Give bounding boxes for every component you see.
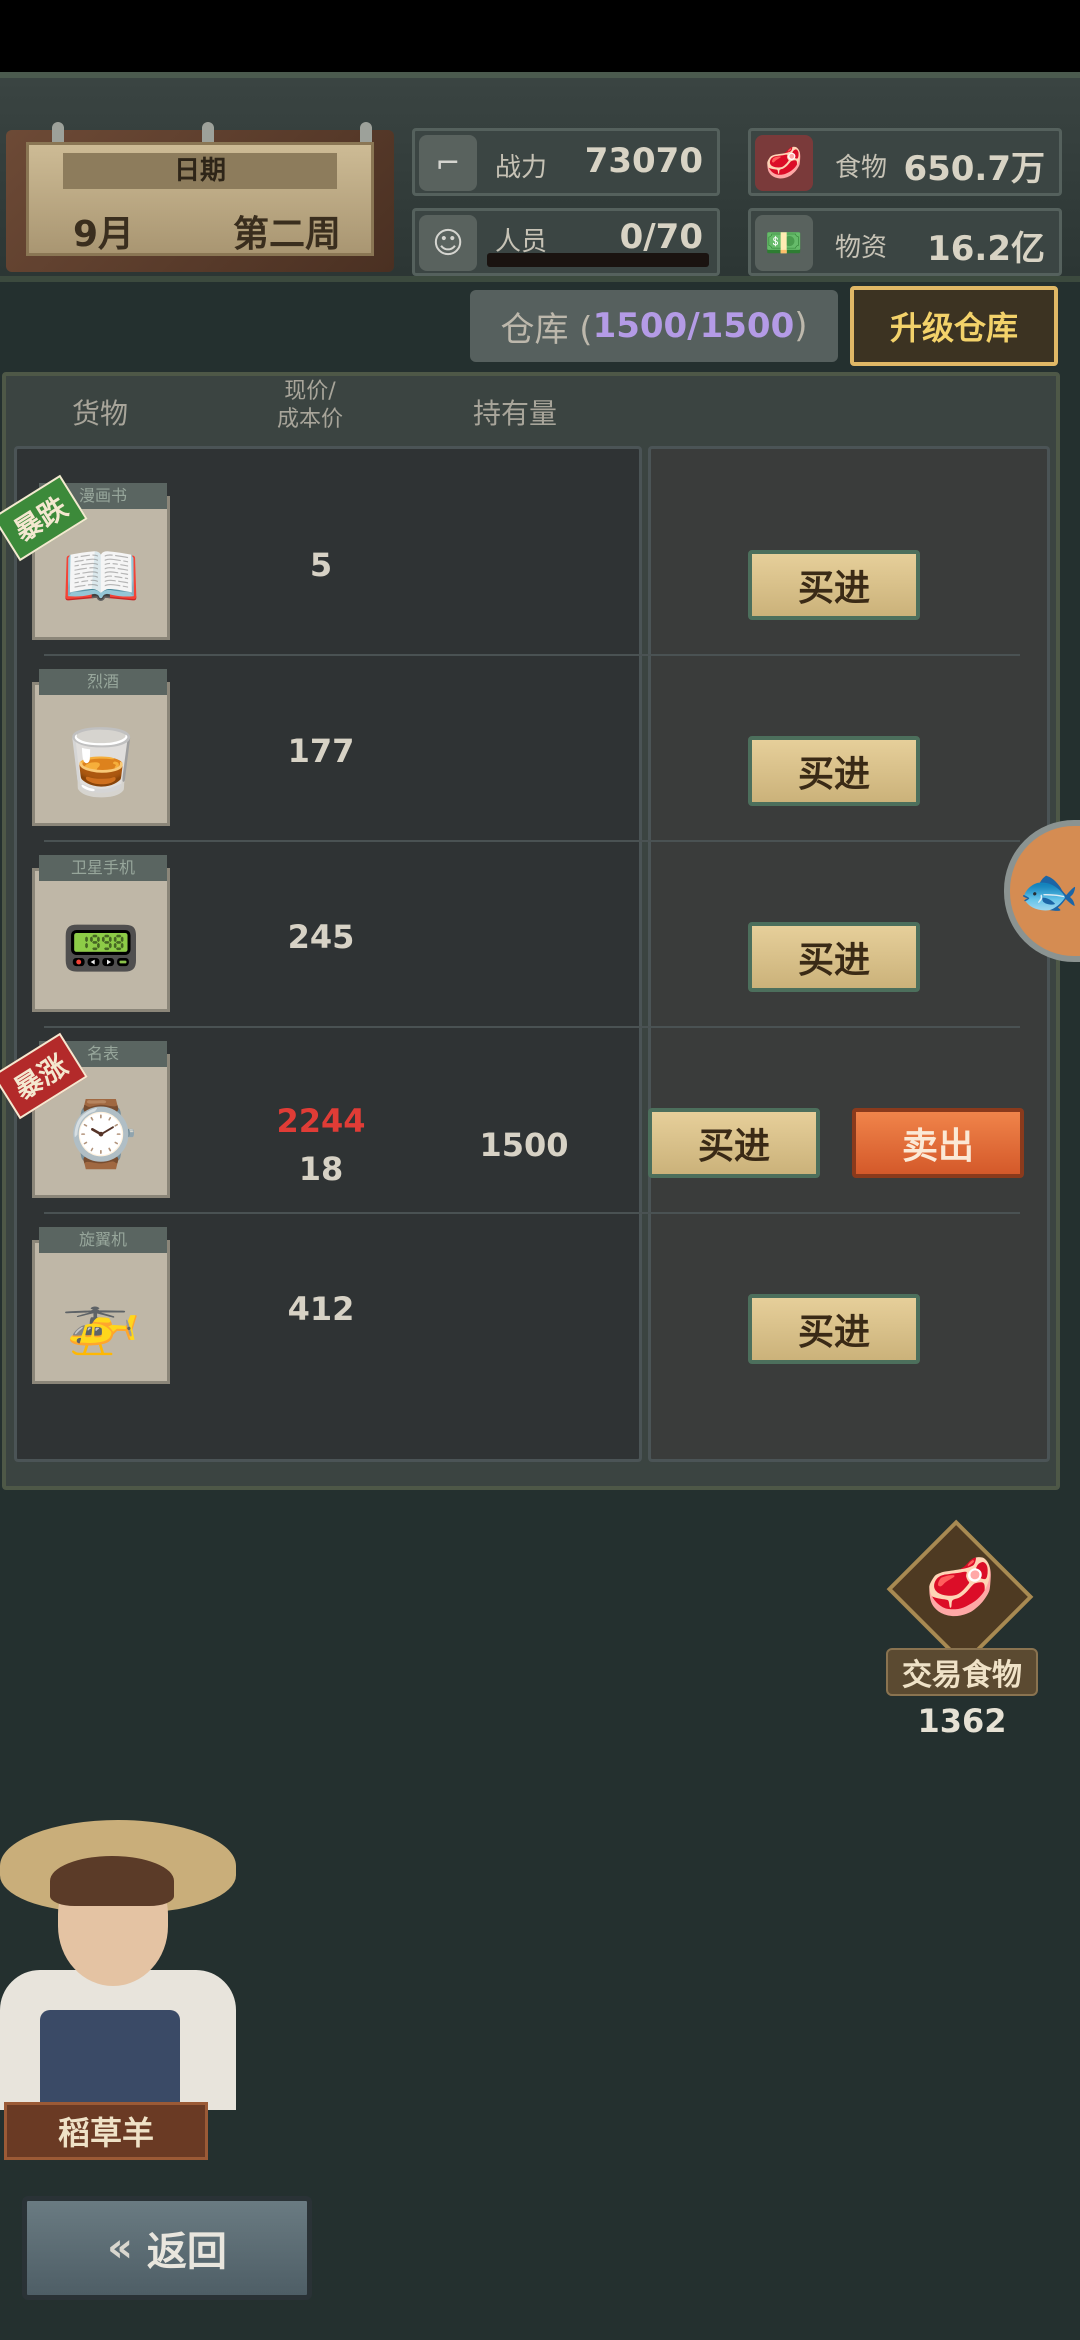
food-value: 650.7万 — [903, 149, 1045, 189]
combat-label: 战力 — [495, 153, 548, 183]
price-header-line1: 现价/ — [284, 379, 336, 404]
price-header-line2: 成本价 — [276, 407, 343, 432]
column-header-price: 现价/ 成本价 — [262, 378, 358, 434]
upgrade-warehouse-button[interactable]: 升级仓库 — [850, 286, 1058, 366]
combat-value: 73070 — [584, 141, 703, 181]
watch-icon: ⌚ — [61, 1097, 141, 1172]
current-price: 412 — [287, 1290, 355, 1328]
back-label: 返回 — [146, 2229, 227, 2275]
food-stat: 🥩 食物 650.7万 — [748, 128, 1062, 196]
npc-hair — [50, 1856, 174, 1906]
trade-food-count: 1362 — [917, 1702, 1007, 1740]
meat-icon: 🥩 — [755, 135, 813, 191]
warehouse-suffix: ) — [794, 306, 808, 346]
buy-button[interactable]: 买进 — [748, 922, 920, 992]
staff-stat: ☺ 人员 0/70 — [412, 208, 720, 276]
holding-amount: 1500 — [479, 1126, 569, 1164]
supplies-label: 物资 — [835, 233, 888, 263]
goods-tag: 卫星手机 — [39, 855, 167, 881]
goods-row: 卫星手机 📟 245 买进 — [14, 842, 1050, 1028]
supplies-stat: 💵 物资 16.2亿 — [748, 208, 1062, 276]
date-week: 第二周 — [232, 214, 341, 255]
npc-overall — [40, 2010, 180, 2110]
money-icon: 💵 — [755, 215, 813, 271]
goods-thumb[interactable]: 旋翼机 🚁 — [32, 1227, 170, 1384]
food-label: 食物 — [835, 153, 888, 183]
steak-icon[interactable]: 🥩 — [918, 1554, 1002, 1634]
current-price: 5 — [309, 546, 333, 584]
gun-icon: ⌐ — [419, 135, 477, 191]
staff-progress-bar — [487, 253, 709, 267]
liquor-bottle-icon: 🥃 — [61, 725, 141, 800]
buy-button[interactable]: 买进 — [748, 736, 920, 806]
satellite-phone-icon: 📟 — [61, 911, 141, 986]
person-icon: ☺ — [419, 215, 477, 271]
sell-button[interactable]: 卖出 — [852, 1108, 1024, 1178]
date-board: 日期 9月 第二周 — [6, 122, 394, 272]
buy-button[interactable]: 买进 — [648, 1108, 820, 1178]
npc-portrait — [0, 1810, 240, 2110]
gyrocopter-icon: 🚁 — [61, 1283, 141, 1358]
date-paper: 日期 9月 第二周 — [26, 142, 374, 256]
current-price: 177 — [287, 732, 355, 770]
supplies-value: 16.2亿 — [927, 229, 1045, 269]
warehouse-prefix: 仓库 ( — [500, 309, 593, 350]
status-bar — [0, 0, 1080, 72]
goods-row: 名表 ⌚ 暴涨 2244 18 1500 买进 卖出 — [0, 1028, 1050, 1214]
buy-button[interactable]: 买进 — [748, 1294, 920, 1364]
buy-button[interactable]: 买进 — [748, 550, 920, 620]
comic-book-icon: 📖 — [61, 539, 141, 614]
goods-tag: 旋翼机 — [39, 1227, 167, 1253]
npc-name: 稻草羊 — [4, 2102, 208, 2160]
goods-row: 漫画书 📖 暴跌 5 买进 — [0, 470, 1050, 656]
warehouse-capacity: 仓库 ( 1500/1500 ) — [470, 290, 838, 362]
current-price: 245 — [287, 918, 355, 956]
current-price: 2244 — [276, 1102, 366, 1140]
trade-food-button[interactable]: 交易食物 — [886, 1648, 1038, 1696]
back-button[interactable]: « 返回 — [22, 2196, 312, 2300]
date-label: 日期 — [63, 153, 337, 189]
date-month: 9月 — [73, 214, 135, 255]
goods-row: 旋翼机 🚁 412 买进 — [14, 1214, 1050, 1400]
goods-thumb[interactable]: 烈酒 🥃 — [32, 669, 170, 826]
cost-price: 18 — [298, 1150, 344, 1188]
column-header-goods: 货物 — [71, 397, 128, 430]
warehouse-capacity-value: 1500/1500 — [592, 306, 795, 346]
double-arrow-left-icon: « — [107, 2225, 133, 2271]
goods-row: 烈酒 🥃 177 买进 — [14, 656, 1050, 842]
goods-thumb[interactable]: 卫星手机 📟 — [32, 855, 170, 1012]
staff-value: 0/70 — [619, 217, 703, 257]
combat-stat: ⌐ 战力 73070 — [412, 128, 720, 196]
column-header-holdings: 持有量 — [472, 397, 557, 430]
goods-tag: 烈酒 — [39, 669, 167, 695]
